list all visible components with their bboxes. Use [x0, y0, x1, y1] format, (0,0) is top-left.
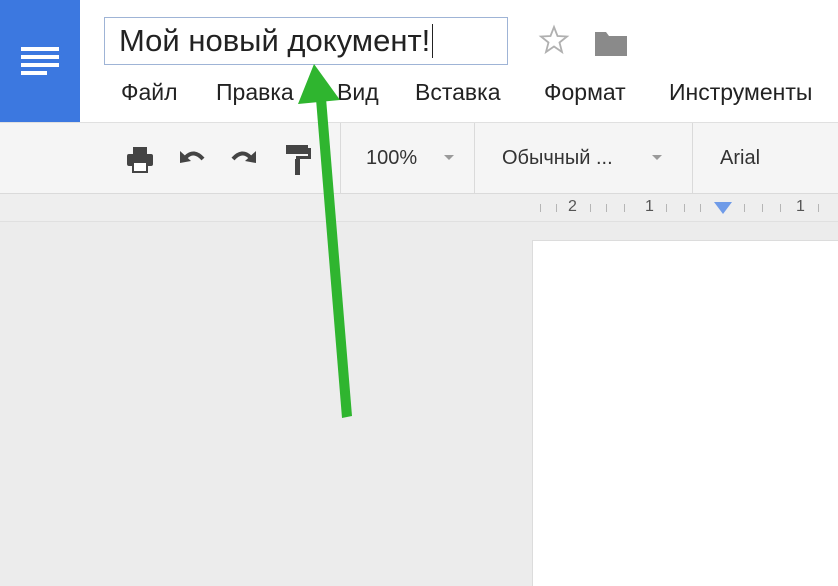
- toolbar-separator: [340, 123, 341, 193]
- toolbar-separator: [474, 123, 475, 193]
- toolbar-separator: [692, 123, 693, 193]
- document-page[interactable]: [532, 240, 838, 586]
- star-icon[interactable]: [538, 24, 570, 56]
- ruler: 2 1 1: [0, 194, 838, 222]
- ruler-tick: [540, 204, 541, 212]
- docs-home-button[interactable]: [0, 0, 80, 122]
- ruler-tick: [624, 204, 625, 212]
- ruler-tick: [590, 204, 591, 212]
- print-icon[interactable]: [124, 143, 156, 175]
- undo-icon[interactable]: [176, 143, 208, 175]
- menu-tools[interactable]: Инструменты: [669, 72, 812, 112]
- chevron-down-icon: [652, 155, 662, 160]
- redo-icon[interactable]: [228, 143, 260, 175]
- ruler-tick: [780, 204, 781, 212]
- ruler-label: 1: [645, 198, 654, 215]
- paint-format-icon[interactable]: [282, 143, 314, 177]
- ruler-label: 1: [796, 198, 805, 215]
- document-title-text: Мой новый документ!: [119, 23, 431, 58]
- ruler-tick: [762, 204, 763, 212]
- ruler-tick: [818, 204, 819, 212]
- menu-file[interactable]: Файл: [121, 72, 178, 112]
- menu-insert[interactable]: Вставка: [415, 72, 501, 112]
- font-family-select[interactable]: Arial: [720, 123, 760, 193]
- ruler-tick: [700, 204, 701, 212]
- text-cursor: [432, 24, 434, 58]
- ruler-label: 2: [568, 198, 577, 215]
- indent-marker[interactable]: [714, 202, 732, 214]
- toolbar: 100% Обычный ... Arial: [0, 122, 838, 194]
- ruler-tick: [606, 204, 607, 212]
- menu-format[interactable]: Формат: [544, 72, 626, 112]
- chevron-down-icon: [444, 155, 454, 160]
- document-canvas: [0, 222, 838, 586]
- menu-edit[interactable]: Правка: [216, 72, 294, 112]
- document-title-input[interactable]: Мой новый документ!: [104, 17, 508, 65]
- docs-menu-icon: [21, 47, 59, 75]
- ruler-tick: [666, 204, 667, 212]
- ruler-tick: [744, 204, 745, 212]
- paragraph-style-select[interactable]: Обычный ...: [502, 123, 613, 193]
- menu-view[interactable]: Вид: [337, 72, 379, 112]
- zoom-select[interactable]: 100%: [366, 123, 417, 193]
- ruler-tick: [684, 204, 685, 212]
- ruler-tick: [556, 204, 557, 212]
- folder-icon[interactable]: [594, 29, 628, 57]
